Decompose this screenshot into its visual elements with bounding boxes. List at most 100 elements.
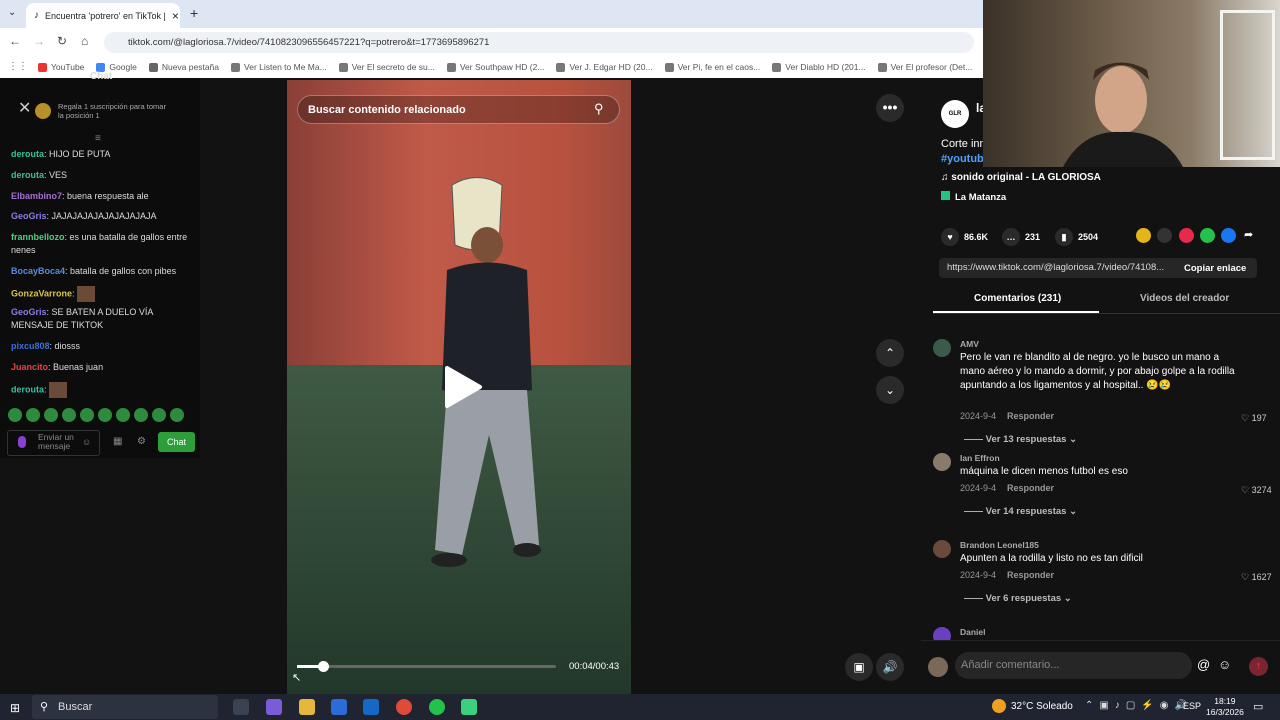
chat-username[interactable]: derouta [11,149,44,159]
emote-icon[interactable] [116,408,130,422]
collapse-icon[interactable]: ≡ [95,133,101,144]
emote-icon[interactable] [44,408,58,422]
back-icon[interactable]: ← [9,34,21,48]
emote-icon[interactable] [80,408,94,422]
clock[interactable]: 18:19 16/3/2026 [1206,696,1244,718]
mic-icon[interactable] [18,436,26,448]
tab-creator-videos[interactable]: Videos del creador [1140,293,1229,304]
chat-username[interactable]: derouta [11,384,44,394]
chat-username[interactable]: GonzaVarrone [11,288,72,298]
view-replies-button[interactable]: —— Ver 6 respuestas ⌄ [964,593,1072,604]
weather-widget[interactable]: 32°C Soleado [1011,701,1073,712]
commenter-avatar[interactable] [933,339,951,357]
post-comment-button[interactable]: ↑ [1249,657,1268,676]
chat-username[interactable]: GeoGris [11,307,47,317]
commenter-name[interactable]: Daniel [960,627,986,637]
close-tab-icon[interactable]: × [172,9,179,23]
comment-like[interactable]: ♡ 3274 [1241,485,1272,496]
bookmark-item[interactable]: Ver El profesor (Det... [877,62,972,72]
commenter-name[interactable]: AMV [960,339,979,349]
bookmark-item[interactable]: Ver Diablo HD (201... [772,62,866,72]
view-replies-button[interactable]: —— Ver 14 respuestas ⌄ [964,506,1077,517]
bookmark-item[interactable]: Ver Listen to Me Ma... [231,62,327,72]
copy-link-button[interactable]: Copiar enlace [1184,263,1246,274]
commenter-avatar[interactable] [933,453,951,471]
comment-icon[interactable]: … [1002,228,1020,246]
emote-icon[interactable] [170,408,184,422]
emoji-icon[interactable]: ☺ [1218,657,1231,672]
heart-icon[interactable]: ♡ [1241,485,1252,495]
tab-comments[interactable]: Comentarios (231) [974,293,1061,304]
taskbar-search[interactable]: Buscar [32,695,218,719]
search-icon[interactable]: ⚲ [594,101,604,117]
emote-icon[interactable] [62,408,76,422]
chat-username[interactable]: pixcu808 [11,341,50,351]
comment-stat[interactable]: … 231 [1002,228,1040,246]
chat-username[interactable]: Juancito [11,362,48,372]
heart-icon[interactable]: ♡ [1241,413,1252,423]
close-icon[interactable]: ✕ [18,98,36,117]
comment-like[interactable]: ♡ 197 [1241,413,1267,424]
facebook-icon[interactable] [1221,228,1236,243]
embed-icon[interactable] [1157,228,1172,243]
windows-start-icon[interactable]: ⊞ [10,701,20,715]
tab-list-button[interactable]: ⌄ [8,7,16,18]
seek-handle[interactable] [317,661,329,672]
commenter-name[interactable]: Ian Effron [960,453,1000,463]
new-tab-button[interactable]: + [190,5,198,21]
volume-icon[interactable]: 🔊 [876,653,904,681]
comment-like[interactable]: ♡ 1627 [1241,572,1272,583]
chat-username[interactable]: derouta [11,170,44,180]
emote-icon[interactable] [8,408,22,422]
bookmark-item[interactable]: Ver Southpaw HD (2... [446,62,544,72]
creator-avatar[interactable]: GLR [941,100,969,128]
chat-username[interactable]: Elbambino7 [11,191,62,201]
outlook-icon[interactable] [363,699,379,715]
comment-input[interactable]: Añadir comentario... [955,652,1192,679]
chrome-icon[interactable] [396,699,412,715]
like-stat[interactable]: ♥ 86.6K [941,228,988,246]
bookmark-item[interactable]: Ver El secreto de su... [338,62,435,72]
location-link[interactable]: La Matanza [941,191,1006,203]
reply-button[interactable]: Responder [1007,411,1054,421]
bookmark-item[interactable]: YouTube [38,62,84,72]
copilot-icon[interactable] [266,699,282,715]
notifications-icon[interactable]: ▭ [1253,700,1263,713]
next-video-icon[interactable]: ⌄ [876,376,904,404]
seek-bar[interactable] [297,665,556,668]
send-icon[interactable] [1179,228,1194,243]
emote-icon[interactable] [26,408,40,422]
file-explorer-icon[interactable] [299,699,315,715]
coin-icon[interactable] [1136,228,1151,243]
sound-link[interactable]: ♫ sonido original - LA GLORIOSA [941,172,1101,183]
floating-player-icon[interactable]: ▣ [845,653,873,681]
home-icon[interactable]: ⌂ [81,34,88,48]
emote-picker-icon[interactable]: ☺ [82,437,91,447]
reload-icon[interactable]: ↻ [57,34,67,48]
bookmark-item[interactable]: Ver Pi, fe en el caos... [664,62,760,72]
settings-icon[interactable]: ⚙ [137,436,146,447]
gift-sub-promo[interactable]: Regala 1 suscripción para tomar la posic… [58,102,168,120]
system-tray-icons[interactable]: ⌃▣♪▢⚡◉🔊 [1085,700,1193,711]
language-indicator[interactable]: ESP [1183,701,1201,711]
share-arrow-icon[interactable]: ➦ [1244,228,1253,241]
address-bar[interactable]: tiktok.com/@lagloriosa.7/video/741082309… [104,32,974,53]
more-options-icon[interactable]: ••• [876,94,904,122]
chat-username[interactable]: BocayBoca4 [11,266,65,276]
app-icon[interactable] [461,699,477,715]
whatsapp-icon[interactable] [1200,228,1215,243]
play-icon[interactable] [443,365,483,409]
commenter-avatar[interactable] [933,540,951,558]
bookmark-item[interactable]: Nueva pestaña [148,62,219,72]
reply-button[interactable]: Responder [1007,570,1054,580]
commenter-name[interactable]: Brandon Leonel185 [960,540,1039,550]
related-search-input[interactable]: Buscar contenido relacionado [297,95,620,124]
emote-icon[interactable] [98,408,112,422]
hashtag-link[interactable]: #youtub [941,153,984,165]
previous-video-icon[interactable]: ⌃ [876,339,904,367]
emote-icon[interactable] [134,408,148,422]
emote-icon[interactable] [152,408,166,422]
save-stat[interactable]: ▮ 2504 [1055,228,1098,246]
task-view-icon[interactable] [233,699,249,715]
store-icon[interactable] [331,699,347,715]
